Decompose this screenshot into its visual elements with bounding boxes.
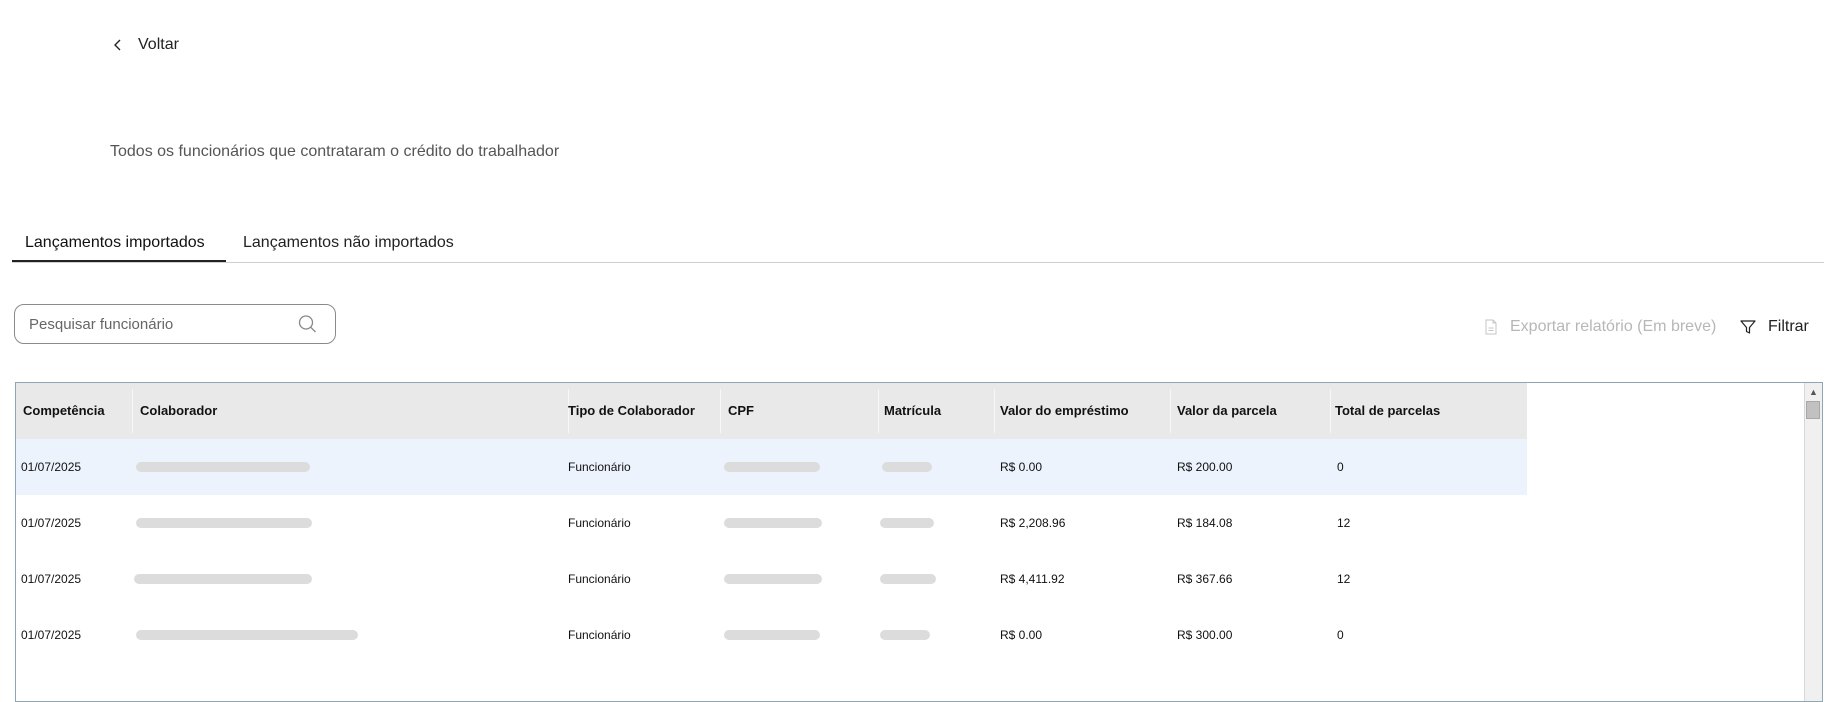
cell-tipo: Funcionário	[568, 572, 631, 586]
column-header-total-parcelas[interactable]: Total de parcelas	[1335, 383, 1440, 439]
column-header-valor-parcela[interactable]: Valor da parcela	[1177, 383, 1277, 439]
page-subtitle: Todos os funcionários que contrataram o …	[110, 143, 560, 160]
cell-competencia: 01/07/2025	[21, 628, 82, 642]
cell-tipo: Funcionário	[568, 516, 631, 530]
scroll-up-icon[interactable]: ▲	[1805, 383, 1822, 400]
redacted-matricula	[880, 630, 930, 640]
redacted-name	[136, 462, 310, 472]
redacted-name	[134, 574, 312, 584]
vertical-scrollbar[interactable]: ▲	[1804, 383, 1822, 701]
cell-valor-parcela: R$ 200.00	[1177, 460, 1233, 474]
table-header: Competência Colaborador Tipo de Colabora…	[16, 383, 1527, 439]
filter-button[interactable]: Filtrar	[1740, 316, 1809, 338]
search-icon[interactable]	[297, 314, 317, 334]
search-input[interactable]	[27, 314, 297, 334]
redacted-matricula	[882, 462, 932, 472]
filter-label: Filtrar	[1768, 318, 1809, 335]
redacted-cpf	[724, 462, 820, 472]
redacted-matricula	[880, 518, 934, 528]
cell-valor-parcela: R$ 367.66	[1177, 572, 1233, 586]
tab-label: Lançamentos não importados	[243, 234, 454, 251]
cell-tipo: Funcionário	[568, 628, 631, 642]
document-icon	[1485, 319, 1497, 335]
export-label: Exportar relatório (Em breve)	[1510, 318, 1717, 335]
back-button[interactable]: Voltar	[112, 32, 179, 58]
tab-lancamentos-nao-importados[interactable]: Lançamentos não importados	[243, 226, 483, 262]
tab-label: Lançamentos importados	[25, 234, 205, 251]
cell-valor-emprestimo: R$ 0.00	[1000, 460, 1043, 474]
column-header-competencia[interactable]: Competência	[23, 383, 105, 439]
cell-total-parcelas: 12	[1337, 516, 1351, 530]
redacted-cpf	[724, 518, 822, 528]
cell-valor-emprestimo: R$ 0.00	[1000, 628, 1043, 642]
column-header-cpf[interactable]: CPF	[728, 383, 754, 439]
table-row[interactable]: 01/07/2025 Funcionário R$ 4,411.92 R$ 36…	[16, 551, 1527, 607]
funnel-icon	[1740, 320, 1756, 334]
redacted-cpf	[724, 574, 822, 584]
redacted-cpf	[724, 630, 820, 640]
redacted-matricula	[880, 574, 936, 584]
tab-bar: Lançamentos importados Lançamentos não i…	[12, 226, 1824, 263]
chevron-left-icon	[114, 39, 121, 51]
cell-competencia: 01/07/2025	[21, 516, 82, 530]
cell-competencia: 01/07/2025	[21, 460, 82, 474]
column-header-colaborador[interactable]: Colaborador	[140, 383, 217, 439]
cell-valor-parcela: R$ 184.08	[1177, 516, 1233, 530]
cell-valor-parcela: R$ 300.00	[1177, 628, 1233, 642]
cell-total-parcelas: 0	[1337, 628, 1344, 642]
export-report-button[interactable]: Exportar relatório (Em breve)	[1484, 316, 1716, 338]
column-header-matricula[interactable]: Matrícula	[884, 383, 941, 439]
column-divider	[994, 389, 995, 433]
redacted-name	[136, 518, 312, 528]
table-row[interactable]: 01/07/2025 Funcionário R$ 0.00 R$ 300.00…	[16, 607, 1527, 663]
column-header-valor-emprestimo[interactable]: Valor do empréstimo	[1000, 383, 1129, 439]
column-divider	[878, 389, 879, 433]
column-divider	[720, 389, 721, 433]
tab-lancamentos-importados[interactable]: Lançamentos importados	[12, 226, 226, 262]
column-header-tipo-colaborador[interactable]: Tipo de Colaborador	[568, 383, 695, 439]
cell-total-parcelas: 0	[1337, 460, 1344, 474]
table-row[interactable]: 01/07/2025 Funcionário R$ 2,208.96 R$ 18…	[16, 495, 1527, 551]
cell-tipo: Funcionário	[568, 460, 631, 474]
scroll-thumb[interactable]	[1806, 401, 1820, 419]
cell-valor-emprestimo: R$ 2,208.96	[1000, 516, 1066, 530]
cell-total-parcelas: 12	[1337, 572, 1351, 586]
back-label: Voltar	[138, 36, 179, 53]
cell-valor-emprestimo: R$ 4,411.92	[1000, 572, 1065, 586]
column-divider	[1330, 389, 1331, 433]
column-divider	[132, 389, 133, 433]
loans-table: Competência Colaborador Tipo de Colabora…	[15, 382, 1823, 702]
column-divider	[1170, 389, 1171, 433]
cell-competencia: 01/07/2025	[21, 572, 82, 586]
search-box	[14, 304, 336, 344]
redacted-name	[136, 630, 358, 640]
table-row[interactable]: 01/07/2025 Funcionário R$ 0.00 R$ 200.00…	[16, 439, 1527, 495]
